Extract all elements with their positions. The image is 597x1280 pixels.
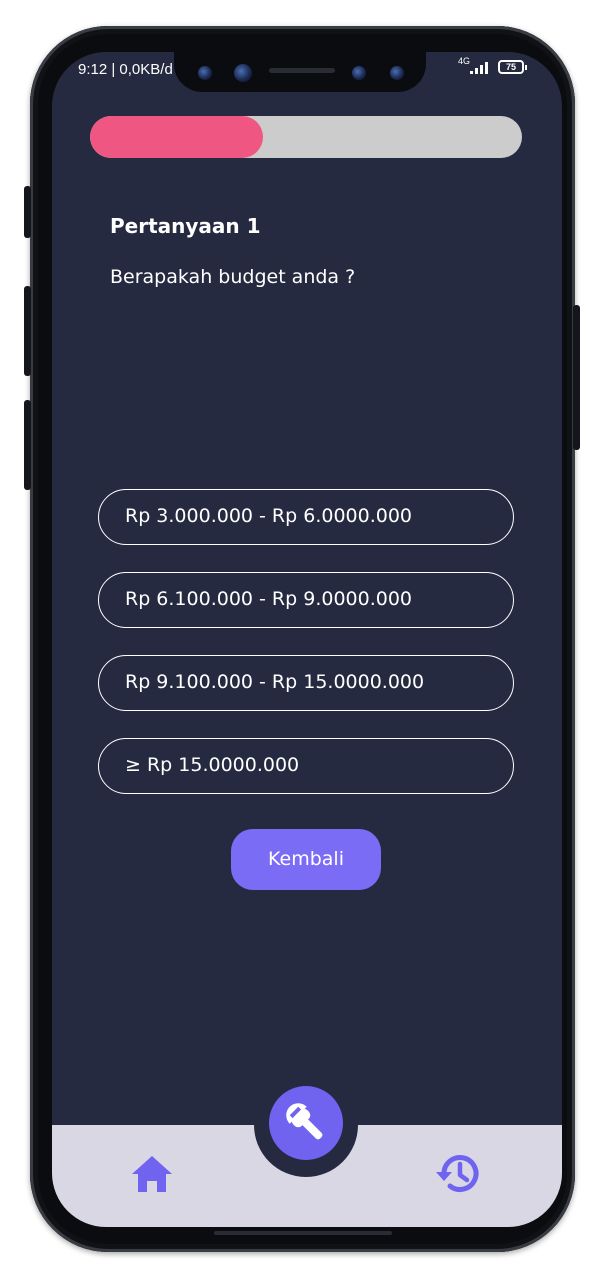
sensor-icon — [352, 66, 366, 80]
speaker-grille — [269, 68, 335, 73]
history-nav-button[interactable] — [430, 1146, 486, 1202]
answer-option-2[interactable]: Rp 6.100.000 - Rp 9.0000.000 — [98, 572, 514, 628]
battery-level: 75 — [505, 62, 516, 72]
camera-icon — [234, 64, 252, 82]
history-icon — [436, 1155, 479, 1192]
camera-icon — [198, 66, 212, 80]
side-button — [24, 186, 31, 238]
sensor-icon — [390, 66, 404, 80]
progress-bar — [90, 116, 522, 158]
back-button[interactable]: Kembali — [231, 829, 381, 890]
signal-icon — [470, 62, 492, 74]
answer-option-4[interactable]: ≥ Rp 15.0000.000 — [98, 738, 514, 794]
progress-fill — [90, 116, 263, 158]
volume-up-button — [24, 286, 31, 376]
volume-down-button — [24, 400, 31, 490]
app-screen: 9:12 | 0,0KB/d 4G 75 Pertanyaan 1 Berapa… — [52, 52, 562, 1227]
question-title: Pertanyaan 1 — [110, 214, 261, 238]
home-icon — [132, 1156, 172, 1192]
answer-option-1[interactable]: Rp 3.000.000 - Rp 6.0000.000 — [98, 489, 514, 545]
wrench-icon — [286, 1103, 323, 1140]
battery-icon: 75 — [498, 60, 527, 74]
home-indicator — [214, 1231, 392, 1235]
question-text: Berapakah budget anda ? — [110, 266, 356, 288]
home-nav-button[interactable] — [126, 1148, 178, 1200]
status-time: 9:12 | 0,0KB/d — [78, 61, 173, 78]
tools-fab-button[interactable] — [269, 1086, 343, 1160]
power-button — [573, 305, 580, 450]
answer-option-3[interactable]: Rp 9.100.000 - Rp 15.0000.000 — [98, 655, 514, 711]
notch — [174, 52, 426, 92]
network-type: 4G — [458, 56, 471, 66]
